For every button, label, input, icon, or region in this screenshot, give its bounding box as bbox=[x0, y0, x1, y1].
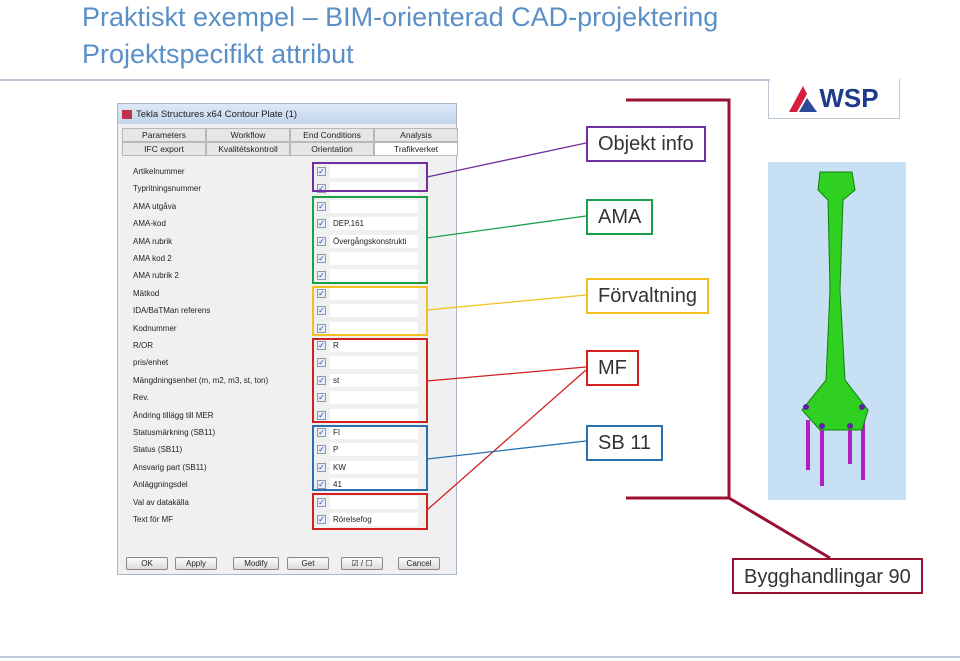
line-mf bbox=[426, 366, 587, 382]
line-forvaltning bbox=[426, 294, 587, 311]
callout-mf: MF bbox=[586, 350, 639, 386]
callout-förvaltning: Förvaltning bbox=[586, 278, 709, 314]
bracket-pointer bbox=[728, 496, 831, 560]
line-ama bbox=[426, 215, 587, 239]
callout-label: AMA bbox=[598, 206, 642, 228]
line-mf-2 bbox=[426, 369, 587, 511]
callout-sb-11: SB 11 bbox=[586, 425, 663, 461]
callout-objekt-info: Objekt info bbox=[586, 126, 706, 162]
callout-label: Förvaltning bbox=[598, 285, 697, 307]
callout-bygghandlingar: Bygghandlingar 90 bbox=[732, 558, 923, 594]
callout-label: MF bbox=[598, 357, 627, 379]
callout-label: Objekt info bbox=[598, 133, 694, 155]
callout-label: SB 11 bbox=[598, 432, 651, 454]
3d-column-model bbox=[768, 162, 906, 500]
line-sb11 bbox=[426, 440, 587, 460]
line-objekt-info bbox=[426, 142, 587, 178]
callout-label: Bygghandlingar 90 bbox=[744, 566, 911, 588]
callout-ama: AMA bbox=[586, 199, 654, 235]
